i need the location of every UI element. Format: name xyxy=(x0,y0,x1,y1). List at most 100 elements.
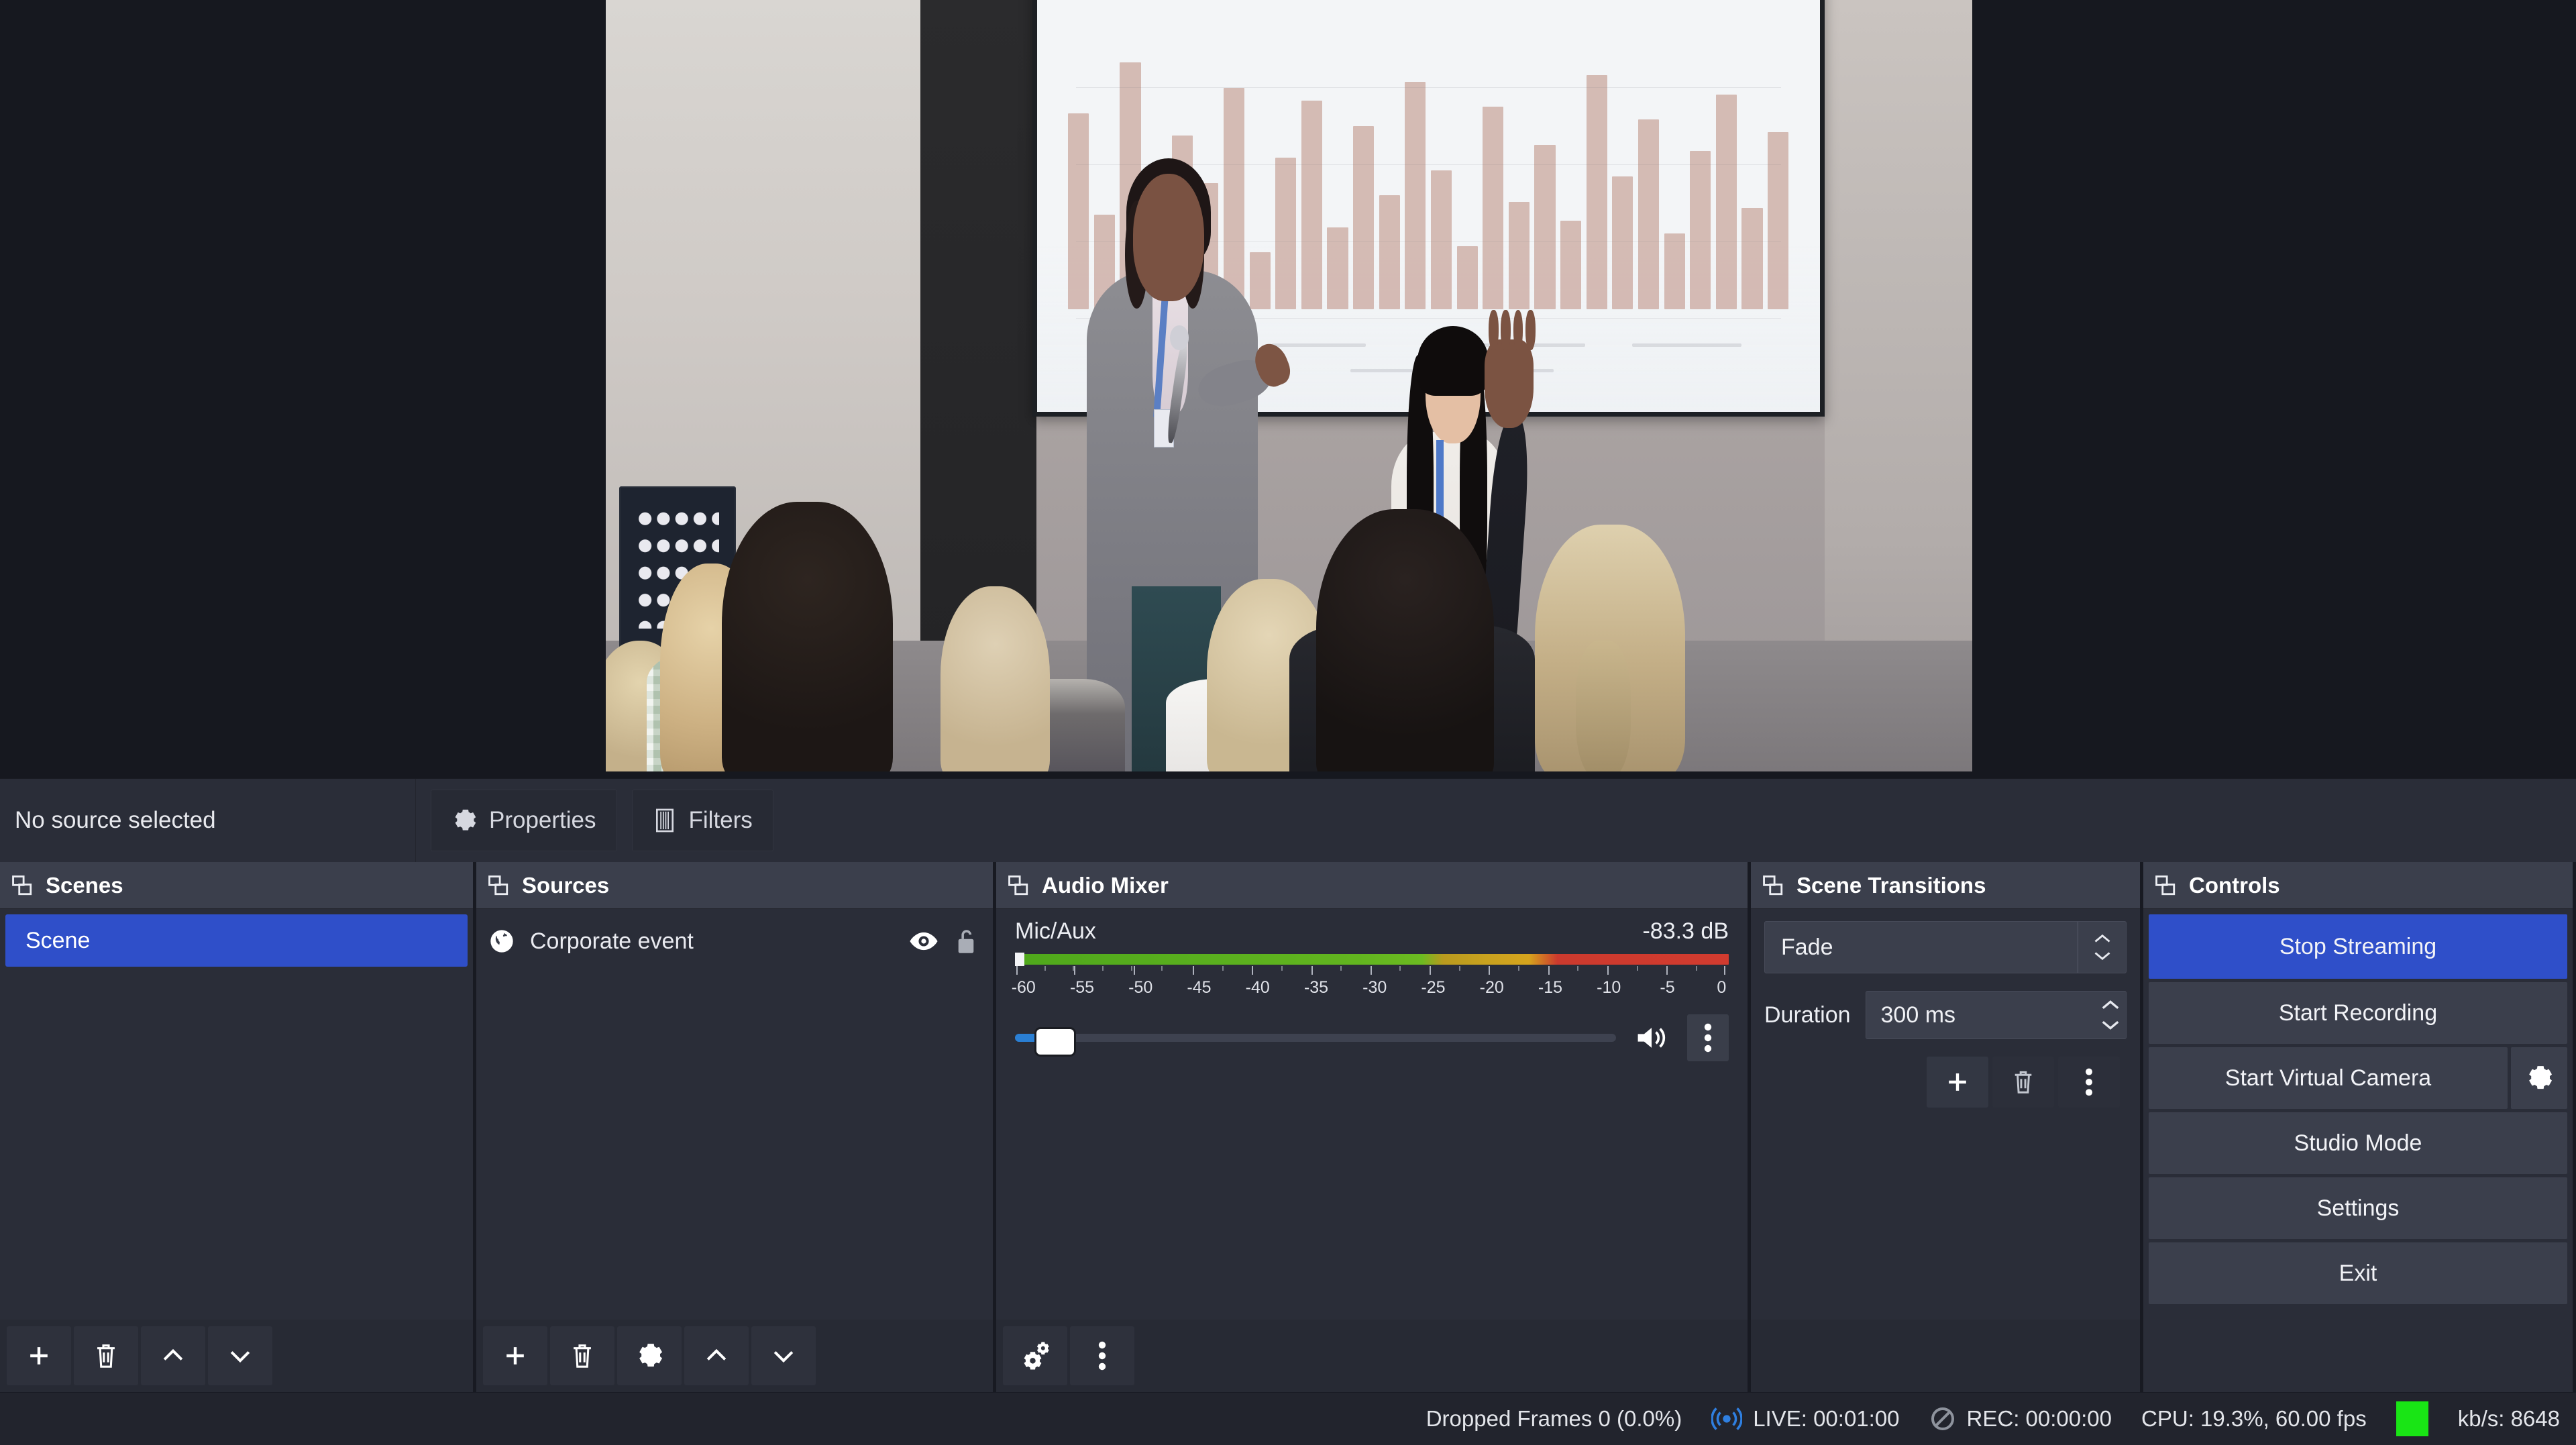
gear-icon xyxy=(2525,1064,2553,1092)
settings-label: Settings xyxy=(2316,1195,2400,1221)
cpu-status: CPU: 19.3%, 60.00 fps xyxy=(2141,1406,2367,1432)
audio-scale-label: -55 xyxy=(1069,978,1095,997)
audio-scale-label: -50 xyxy=(1128,978,1153,997)
eye-icon[interactable] xyxy=(908,930,939,953)
audio-scale-label: -35 xyxy=(1303,978,1329,997)
dropped-frames-status: Dropped Frames 0 (0.0%) xyxy=(1426,1406,1682,1432)
audio-scale-label: -25 xyxy=(1421,978,1446,997)
start-virtual-camera-button[interactable]: Start Virtual Camera xyxy=(2149,1047,2508,1109)
exit-label: Exit xyxy=(2339,1260,2377,1286)
audio-scale-label: -20 xyxy=(1479,978,1504,997)
audio-mixer-dock-title: Audio Mixer xyxy=(1042,872,1169,898)
audio-scale-label: -10 xyxy=(1597,978,1621,997)
audio-mixer-menu-button[interactable] xyxy=(1070,1326,1134,1385)
scenes-dock-header[interactable]: Scenes xyxy=(0,862,473,909)
float-dock-icon[interactable] xyxy=(1007,874,1030,897)
move-scene-up-button[interactable] xyxy=(141,1326,205,1385)
float-dock-icon[interactable] xyxy=(11,874,34,897)
add-source-button[interactable] xyxy=(483,1326,547,1385)
scene-list-item[interactable]: Scene xyxy=(5,914,468,967)
transition-menu-button[interactable] xyxy=(2058,1057,2120,1108)
obs-studio-window: No source selected Properties Filters Sc… xyxy=(0,0,2576,1445)
live-status: LIVE: 00:01:00 xyxy=(1711,1405,1900,1432)
transition-duration-spinbox[interactable]: 300 ms xyxy=(1865,991,2127,1039)
volume-slider-handle[interactable] xyxy=(1034,1027,1076,1057)
stop-streaming-label: Stop Streaming xyxy=(2279,933,2437,959)
float-dock-icon[interactable] xyxy=(1762,874,1784,897)
add-transition-button[interactable] xyxy=(1927,1057,1988,1108)
audio-scale-label: -15 xyxy=(1538,978,1563,997)
remove-transition-button[interactable] xyxy=(1992,1057,2054,1108)
bitrate-status: kb/s: 8648 xyxy=(2458,1406,2560,1432)
scenes-dock-title: Scenes xyxy=(46,872,123,898)
audio-mixer-toolbar xyxy=(996,1320,1748,1392)
filters-icon xyxy=(653,808,677,833)
audio-meter-ticks xyxy=(1015,966,1729,975)
audio-mixer-dock: Audio Mixer Mic/Aux -83.3 dB -60 -55 -50… xyxy=(996,862,1751,1392)
scene-transitions-dock: Scene Transitions Fade Duration 300 ms xyxy=(1751,862,2143,1392)
rec-time-label: REC: 00:00:00 xyxy=(1966,1406,2112,1431)
remove-scene-button[interactable] xyxy=(74,1326,138,1385)
scenes-list-body[interactable]: Scene xyxy=(0,909,473,1320)
scene-item-label: Scene xyxy=(25,927,91,953)
audio-mixer-dock-header[interactable]: Audio Mixer xyxy=(996,862,1748,909)
transition-type-select[interactable]: Fade xyxy=(1764,921,2127,973)
volume-slider[interactable] xyxy=(1015,1027,1616,1057)
virtual-camera-config-button[interactable] xyxy=(2511,1047,2567,1109)
audio-advanced-properties-button[interactable] xyxy=(1003,1326,1067,1385)
source-item-label: Corporate event xyxy=(530,928,694,954)
audio-track-menu-button[interactable] xyxy=(1687,1014,1729,1061)
duration-label: Duration xyxy=(1764,1002,1851,1028)
settings-button[interactable]: Settings xyxy=(2149,1177,2567,1239)
scene-preview-canvas[interactable] xyxy=(606,0,1972,771)
connection-indicator xyxy=(2396,1401,2428,1436)
selected-source-status: No source selected xyxy=(0,779,416,862)
stop-streaming-button[interactable]: Stop Streaming xyxy=(2149,914,2567,979)
volume-slider-track xyxy=(1015,1034,1616,1042)
dock-row: Scenes Scene Sources Corporate event Aud… xyxy=(0,862,2576,1392)
preview-area xyxy=(0,0,2576,778)
unlock-icon[interactable] xyxy=(954,927,978,955)
broadcast-icon xyxy=(1711,1405,1743,1432)
cpu-label: CPU: 19.3%, 60.00 fps xyxy=(2141,1406,2367,1431)
sources-dock: Sources Corporate event xyxy=(476,862,996,1392)
move-source-up-button[interactable] xyxy=(684,1326,749,1385)
audio-scale-label: -40 xyxy=(1245,978,1270,997)
add-scene-button[interactable] xyxy=(7,1326,71,1385)
speaker-on-icon[interactable] xyxy=(1628,1017,1675,1059)
source-toolbar: No source selected Properties Filters xyxy=(0,778,2576,862)
source-properties-button[interactable] xyxy=(617,1326,682,1385)
scenes-list: Scene xyxy=(0,909,473,972)
audience-member-hair xyxy=(1576,640,1631,771)
raised-hand-finger xyxy=(1488,310,1499,351)
audio-track-mic-aux: Mic/Aux -83.3 dB -60 -55 -50 -45 -40 -35… xyxy=(996,909,1748,1061)
float-dock-icon[interactable] xyxy=(487,874,510,897)
start-recording-button[interactable]: Start Recording xyxy=(2149,982,2567,1044)
move-source-down-button[interactable] xyxy=(751,1326,816,1385)
source-list-item[interactable]: Corporate event xyxy=(476,916,993,967)
exit-button[interactable]: Exit xyxy=(2149,1242,2567,1304)
transition-type-value: Fade xyxy=(1781,934,1833,960)
audio-mixer-body: Mic/Aux -83.3 dB -60 -55 -50 -45 -40 -35… xyxy=(996,909,1748,1320)
sources-dock-header[interactable]: Sources xyxy=(476,862,993,909)
audio-scale-label: -60 xyxy=(1011,978,1036,997)
audience-member xyxy=(941,586,1051,771)
controls-dock-header[interactable]: Controls xyxy=(2143,862,2573,909)
spinbox-arrows-icon[interactable] xyxy=(2100,992,2121,1038)
chevron-updown-icon[interactable] xyxy=(2078,922,2126,973)
filters-button[interactable]: Filters xyxy=(631,790,773,851)
audience-member xyxy=(722,501,893,771)
speaker-head xyxy=(1133,173,1205,301)
move-scene-down-button[interactable] xyxy=(208,1326,272,1385)
properties-button[interactable]: Properties xyxy=(431,790,617,851)
studio-mode-button[interactable]: Studio Mode xyxy=(2149,1112,2567,1174)
attendee-woman-hair-top xyxy=(1417,326,1489,396)
scene-transitions-dock-header[interactable]: Scene Transitions xyxy=(1751,862,2140,909)
scenes-dock: Scenes Scene xyxy=(0,862,476,1392)
float-dock-icon[interactable] xyxy=(2154,874,2177,897)
dropped-frames-label: Dropped Frames 0 (0.0%) xyxy=(1426,1406,1682,1431)
sources-list-body[interactable]: Corporate event xyxy=(476,909,993,1320)
remove-source-button[interactable] xyxy=(550,1326,614,1385)
controls-dock-title: Controls xyxy=(2189,872,2280,898)
audio-scale-label: -5 xyxy=(1660,978,1675,997)
